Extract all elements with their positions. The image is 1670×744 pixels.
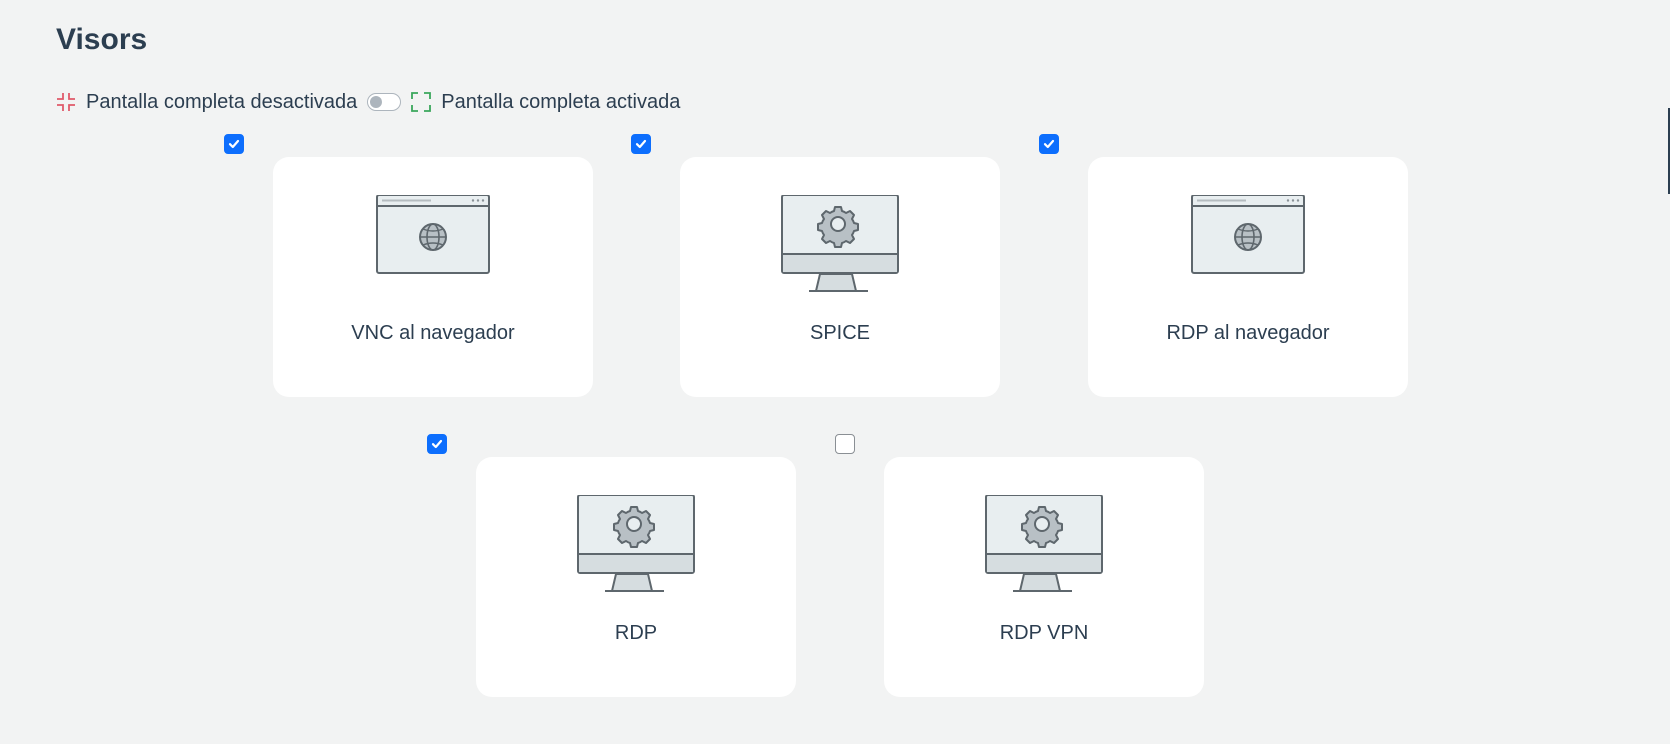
check-icon <box>431 439 443 449</box>
fullscreen-toggle[interactable] <box>367 93 402 111</box>
check-icon <box>228 139 240 149</box>
viewer-label: RDP <box>614 622 658 644</box>
fullscreen-off-label: Pantalla completa desactivada <box>86 90 358 113</box>
viewer-vnc-browser: VNC al navegador <box>224 134 593 397</box>
browser-globe-icon <box>1191 195 1305 274</box>
viewer-checkbox[interactable] <box>224 134 244 154</box>
viewer-card[interactable]: RDP <box>476 457 796 697</box>
viewer-rdp-browser: RDP al navegador <box>1039 134 1408 397</box>
check-icon <box>1043 139 1055 149</box>
viewer-checkbox[interactable] <box>427 434 447 454</box>
browser-globe-icon <box>376 195 490 274</box>
fullscreen-on-label: Pantalla completa activada <box>441 90 681 113</box>
viewer-card[interactable]: SPICE <box>680 157 1000 397</box>
viewer-label: RDP VPN <box>999 622 1089 644</box>
fullscreen-setting: Pantalla completa desactivada Pantalla c… <box>56 90 680 114</box>
fullscreen-enter-icon <box>411 92 432 112</box>
viewer-checkbox[interactable] <box>1039 134 1059 154</box>
monitor-gear-icon <box>985 495 1103 592</box>
page-title: Visors <box>56 23 148 56</box>
viewer-label: VNC al navegador <box>351 322 515 344</box>
viewer-card[interactable]: RDP al navegador <box>1088 157 1408 397</box>
viewer-card[interactable]: VNC al navegador <box>273 157 593 397</box>
monitor-gear-icon <box>577 495 695 592</box>
viewer-label: RDP al navegador <box>1166 322 1330 344</box>
fullscreen-exit-icon <box>56 92 76 112</box>
check-icon <box>635 139 647 149</box>
viewer-rdp: RDP <box>427 434 796 697</box>
viewer-card[interactable]: RDP VPN <box>884 457 1204 697</box>
viewer-spice: SPICE <box>631 134 1000 397</box>
viewer-checkbox[interactable] <box>835 434 855 454</box>
viewer-label: SPICE <box>809 322 871 344</box>
viewer-rdp-vpn: RDP VPN <box>835 434 1204 697</box>
monitor-gear-icon <box>781 195 899 292</box>
viewer-checkbox[interactable] <box>631 134 651 154</box>
toggle-knob <box>370 96 383 108</box>
